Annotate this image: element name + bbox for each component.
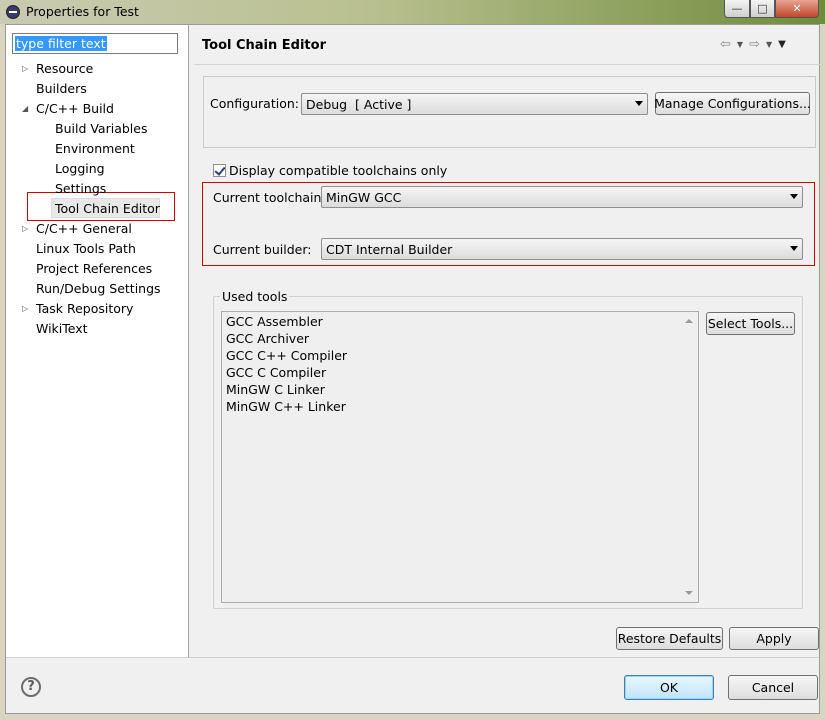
tree-item[interactable]: WikiText	[36, 319, 88, 339]
navigation-tree: type filter text ▷ Resource Builders ◢ C/C++…	[6, 25, 189, 657]
scroll-up-icon[interactable]	[685, 319, 693, 323]
scroll-down-icon[interactable]	[685, 591, 693, 595]
tree-item[interactable]: Tool Chain Editor	[55, 199, 160, 219]
back-dropdown-icon[interactable]: ▼	[737, 37, 743, 52]
configuration-label: Configuration:	[210, 96, 299, 111]
compatible-toolchains-label: Display compatible toolchains only	[229, 163, 448, 178]
window-title: Properties for Test	[26, 4, 139, 19]
tools-scrollbar[interactable]	[681, 312, 698, 602]
configuration-value: Debug [ Active ]	[306, 97, 412, 112]
tree-item-label: Builders	[36, 81, 87, 96]
tool-list-item[interactable]: GCC C++ Compiler	[226, 348, 347, 363]
forward-dropdown-icon[interactable]: ▼	[766, 37, 772, 52]
collapsed-triangle-icon[interactable]: ▷	[22, 59, 28, 79]
dropdown-arrow-icon	[635, 101, 643, 106]
maximize-button[interactable]: □	[750, 0, 775, 18]
view-menu-icon[interactable]: ▼	[778, 37, 786, 52]
close-button[interactable]: ✕	[775, 0, 819, 18]
tree-item-label: Build Variables	[55, 121, 148, 136]
ok-button[interactable]: OK	[624, 675, 714, 700]
tool-list-item[interactable]: MinGW C++ Linker	[226, 399, 346, 414]
tree-item[interactable]: Logging	[55, 159, 105, 179]
collapsed-triangle-icon[interactable]: ▷	[22, 219, 28, 239]
tree-item-label: Task Repository	[36, 301, 134, 316]
current-builder-label: Current builder:	[213, 242, 312, 257]
dropdown-arrow-icon	[790, 194, 798, 199]
minimize-button[interactable]: —	[724, 0, 750, 18]
properties-dialog: type filter text ▷ Resource Builders ◢ C/C++…	[5, 24, 821, 714]
current-toolchain-value: MinGW GCC	[326, 190, 402, 205]
back-arrow-icon[interactable]: ⇦	[720, 37, 731, 52]
compatible-toolchains-checkbox[interactable]	[213, 164, 226, 177]
page-navigation: ⇦ ▼ ⇨ ▼ ▼	[720, 37, 786, 52]
eclipse-icon	[6, 5, 20, 19]
tree-item-label: Environment	[55, 141, 135, 156]
cancel-button[interactable]: Cancel	[728, 675, 818, 700]
tree-item-label: Resource	[36, 61, 94, 76]
tree-item-label: WikiText	[36, 321, 88, 336]
tool-list-item[interactable]: GCC Archiver	[226, 331, 309, 346]
help-icon[interactable]: ?	[21, 677, 41, 697]
dropdown-arrow-icon	[790, 246, 798, 251]
select-tools-button[interactable]: Select Tools...	[706, 312, 795, 335]
tree-item-label: C/C++ Build	[36, 101, 114, 116]
apply-button[interactable]: Apply	[729, 627, 819, 650]
used-tools-label: Used tools	[220, 289, 290, 304]
tree-item-label: Tool Chain Editor	[55, 201, 160, 216]
tool-list-item[interactable]: MinGW C Linker	[226, 382, 325, 397]
tree-item-label: Settings	[55, 181, 107, 196]
filter-input[interactable]: type filter text	[12, 33, 178, 54]
filter-text: type filter text	[15, 36, 107, 51]
current-toolchain-label: Current toolchain:	[213, 190, 326, 205]
tree-item[interactable]: ▷ Task Repository	[22, 299, 134, 319]
tool-list-item[interactable]: GCC Assembler	[226, 314, 323, 329]
forward-arrow-icon[interactable]: ⇨	[749, 37, 760, 52]
footer-separator	[6, 657, 819, 658]
tree-item[interactable]: Builders	[36, 79, 87, 99]
current-builder-dropdown[interactable]: CDT Internal Builder	[321, 238, 803, 260]
tree-item[interactable]: ◢ C/C++ Build	[22, 99, 114, 119]
window-controls: — □ ✕	[724, 0, 819, 19]
tool-list-item[interactable]: GCC C Compiler	[226, 365, 326, 380]
restore-defaults-button[interactable]: Restore Defaults	[616, 627, 723, 650]
collapsed-triangle-icon[interactable]: ▷	[22, 299, 28, 319]
tree-item[interactable]: Linux Tools Path	[36, 239, 136, 259]
tree-item-label: C/C++ General	[36, 221, 132, 236]
header-separator	[194, 64, 821, 65]
configuration-dropdown[interactable]: Debug [ Active ]	[301, 93, 648, 115]
tree-item[interactable]: Build Variables	[55, 119, 147, 139]
tree-item-label: Project References	[36, 261, 153, 276]
tree-item-label: Run/Debug Settings	[36, 281, 161, 296]
tree-item[interactable]: Environment	[55, 139, 135, 159]
page-title: Tool Chain Editor	[202, 38, 326, 53]
current-toolchain-dropdown[interactable]: MinGW GCC	[321, 186, 803, 208]
tree-item[interactable]: Run/Debug Settings	[36, 279, 161, 299]
tree-item-label: Linux Tools Path	[36, 241, 136, 256]
expanded-triangle-icon[interactable]: ◢	[22, 99, 28, 119]
tree-item[interactable]: Settings	[55, 179, 106, 199]
current-builder-value: CDT Internal Builder	[326, 242, 453, 257]
manage-configurations-button[interactable]: Manage Configurations...	[654, 92, 811, 115]
tree-item[interactable]: ▷ Resource	[22, 59, 94, 79]
used-tools-list[interactable]: GCC Assembler GCC Archiver GCC C++ Compile…	[221, 311, 699, 603]
title-bar: Properties for Test — □ ✕	[0, 0, 825, 24]
tree-item-label: Logging	[55, 161, 105, 176]
tree-item[interactable]: Project References	[36, 259, 152, 279]
tree-item[interactable]: ▷ C/C++ General	[22, 219, 132, 239]
